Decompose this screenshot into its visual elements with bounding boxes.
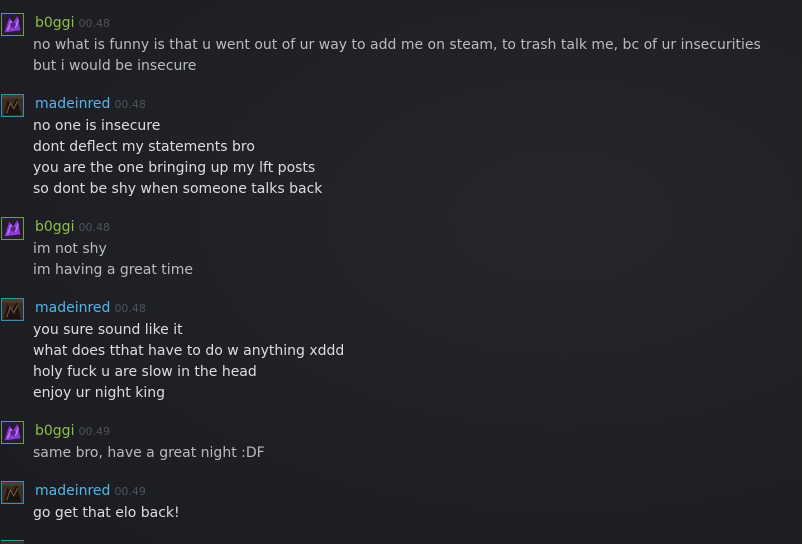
sender-name[interactable]: b0ggi [35, 219, 74, 235]
message-header: madeinred 00.48 [35, 300, 146, 317]
message-timestamp: 00.48 [78, 221, 110, 234]
next-avatar-icon [1, 540, 24, 544]
message-text: but i would be insecure [33, 58, 197, 74]
sender-name[interactable]: madeinred [35, 96, 110, 112]
dark-character-avatar-icon[interactable] [1, 94, 24, 117]
message-timestamp: 00.48 [114, 302, 146, 315]
sender-name[interactable]: b0ggi [35, 423, 74, 439]
message-text: holy fuck u are slow in the head [33, 364, 257, 380]
message-text: im not shy [33, 241, 107, 257]
message-body: go get that elo back! [33, 503, 180, 524]
message-body: no one is insecure dont deflect my state… [33, 116, 322, 200]
message-header: madeinred 00.49 [35, 483, 146, 500]
purple-character-avatar-icon[interactable] [1, 13, 24, 36]
message-text: no one is insecure [33, 118, 161, 134]
message-timestamp: 00.49 [114, 485, 146, 498]
message-text: you are the one bringing up my lft posts [33, 160, 316, 176]
message-text: so dont be shy when someone talks back [33, 181, 323, 197]
message-body: same bro, have a great night :DF [33, 443, 265, 464]
message-text: dont deflect my statements bro [33, 139, 255, 155]
purple-character-avatar-icon[interactable] [1, 421, 24, 444]
sender-name[interactable]: madeinred [35, 483, 110, 499]
message-body: im not shy im having a great time [33, 239, 193, 281]
message-text: im having a great time [33, 262, 193, 278]
message-body: no what is funny is that u went out of u… [33, 35, 761, 77]
message-timestamp: 00.48 [78, 17, 110, 30]
message-header: madeinred 00.48 [35, 96, 146, 113]
message-timestamp: 00.48 [114, 98, 146, 111]
message-body: you sure sound like it what does tthat h… [33, 320, 344, 404]
chat-log[interactable]: b0ggi 00.48 no what is funny is that u we… [0, 0, 802, 544]
dark-character-avatar-icon[interactable] [1, 298, 24, 321]
message-text: same bro, have a great night :DF [33, 445, 265, 461]
message-text: enjoy ur night king [33, 385, 165, 401]
message-text: what does tthat have to do w anything xd… [33, 343, 345, 359]
dark-character-avatar-icon[interactable] [1, 481, 24, 504]
message-text: no what is funny is that u went out of u… [33, 37, 761, 53]
message-header: b0ggi 00.48 [35, 15, 110, 32]
sender-name[interactable]: b0ggi [35, 15, 74, 31]
message-header: b0ggi 00.48 [35, 219, 110, 236]
message-text: go get that elo back! [33, 505, 180, 521]
sender-name[interactable]: madeinred [35, 300, 110, 316]
message-text: you sure sound like it [33, 322, 183, 338]
message-timestamp: 00.49 [78, 425, 110, 438]
message-header: b0ggi 00.49 [35, 423, 110, 440]
purple-character-avatar-icon[interactable] [1, 217, 24, 240]
